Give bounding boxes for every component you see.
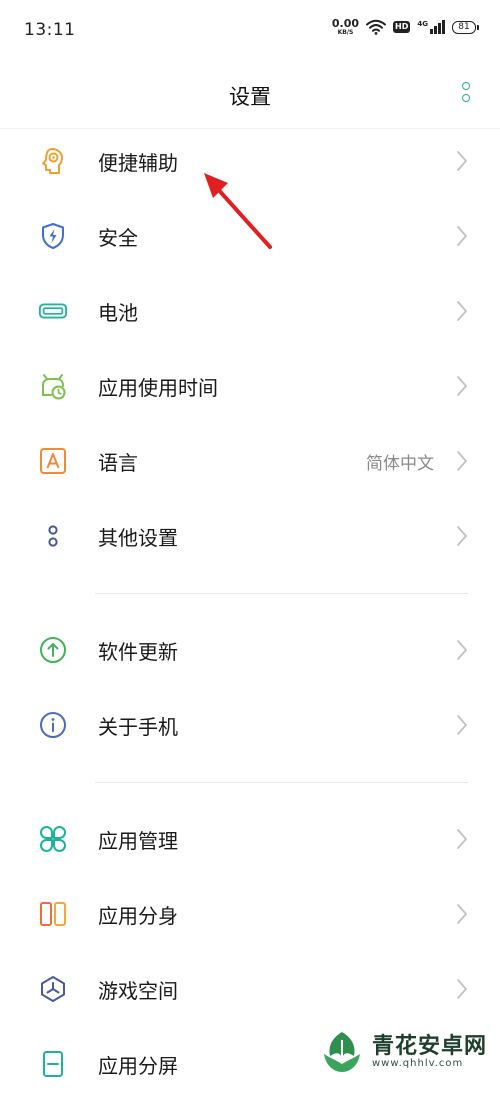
app-clock-icon xyxy=(38,371,68,401)
chevron-right-icon xyxy=(457,904,467,924)
dual-app-icon xyxy=(38,899,68,929)
arrow-up-circle-icon xyxy=(38,635,68,665)
net-speed-unit: KB/S xyxy=(337,29,354,36)
settings-item-label: 电池 xyxy=(98,300,138,325)
chevron-right-icon xyxy=(457,376,467,396)
shield-bolt-icon xyxy=(38,221,68,251)
more-options-button[interactable] xyxy=(462,82,470,102)
settings-item-language[interactable]: 语言 简体中文 xyxy=(0,424,500,498)
battery-icon: 81 xyxy=(452,20,479,34)
settings-item-app-clone[interactable]: 应用分身 xyxy=(0,877,500,951)
settings-item-app-management[interactable]: 应用管理 xyxy=(0,802,500,876)
chevron-right-icon xyxy=(457,526,467,546)
chevron-right-icon xyxy=(457,451,467,471)
chevron-right-icon xyxy=(457,715,467,735)
chevron-right-icon xyxy=(457,226,467,246)
settings-item-label: 其他设置 xyxy=(98,525,178,550)
watermark: 青花安卓网 www.qhhlv.com xyxy=(318,1028,487,1076)
status-bar: 13:11 0.00 KB/S HD 4G 81 xyxy=(0,0,500,60)
settings-item-label: 关于手机 xyxy=(98,714,178,739)
language-value: 简体中文 xyxy=(366,453,434,474)
chevron-right-icon xyxy=(457,829,467,849)
watermark-url: www.qhhlv.com xyxy=(372,1058,464,1070)
status-icons: 0.00 KB/S HD 4G 81 xyxy=(332,18,479,36)
settings-item-about-phone[interactable]: 关于手机 xyxy=(0,688,500,762)
section-divider xyxy=(95,593,468,594)
split-screen-icon xyxy=(38,1049,68,1079)
settings-item-game-space[interactable]: 游戏空间 xyxy=(0,952,500,1026)
watermark-logo-icon xyxy=(324,1032,360,1072)
net-speed-value: 0.00 xyxy=(331,17,360,30)
vertical-dots-icon xyxy=(462,82,470,90)
two-circles-icon xyxy=(38,521,68,551)
settings-item-battery[interactable]: 电池 xyxy=(0,274,500,348)
settings-item-software-update[interactable]: 软件更新 xyxy=(0,613,500,687)
settings-item-label: 软件更新 xyxy=(98,639,178,664)
hd-icon: HD xyxy=(393,21,411,33)
battery-icon xyxy=(38,296,68,326)
watermark-title: 青花安卓网 xyxy=(372,1033,488,1059)
net-speed: 0.00 KB/S xyxy=(332,18,359,36)
chevron-right-icon xyxy=(457,979,467,999)
settings-item-label: 游戏空间 xyxy=(98,978,178,1003)
settings-item-label: 语言 xyxy=(98,450,138,475)
settings-item-label: 便捷辅助 xyxy=(98,150,178,175)
settings-item-label: 应用分身 xyxy=(98,903,178,928)
settings-item-label: 安全 xyxy=(98,225,138,250)
chevron-right-icon xyxy=(457,301,467,321)
signal-icon: 4G xyxy=(417,20,445,34)
settings-item-label: 应用管理 xyxy=(98,828,178,853)
info-circle-icon xyxy=(38,710,68,740)
settings-item-label: 应用分屏 xyxy=(98,1053,178,1078)
head-accessibility-icon xyxy=(38,146,68,176)
title-bar: 设置 xyxy=(0,60,500,129)
settings-item-label: 应用使用时间 xyxy=(98,375,218,400)
four-petals-icon xyxy=(38,824,68,854)
network-type: 4G xyxy=(417,20,428,28)
status-time: 13:11 xyxy=(24,20,76,40)
letter-a-icon xyxy=(38,446,68,476)
settings-item-security[interactable]: 安全 xyxy=(0,199,500,273)
wifi-icon xyxy=(366,19,387,35)
settings-item-app-usage-time[interactable]: 应用使用时间 xyxy=(0,349,500,423)
chevron-right-icon xyxy=(457,640,467,660)
chevron-right-icon xyxy=(457,151,467,171)
battery-level: 81 xyxy=(458,21,470,32)
page-title: 设置 xyxy=(229,85,271,109)
settings-item-accessibility[interactable]: 便捷辅助 xyxy=(0,124,500,198)
game-triangle-icon xyxy=(38,974,68,1004)
settings-item-other-settings[interactable]: 其他设置 xyxy=(0,499,500,573)
section-divider xyxy=(95,782,468,783)
